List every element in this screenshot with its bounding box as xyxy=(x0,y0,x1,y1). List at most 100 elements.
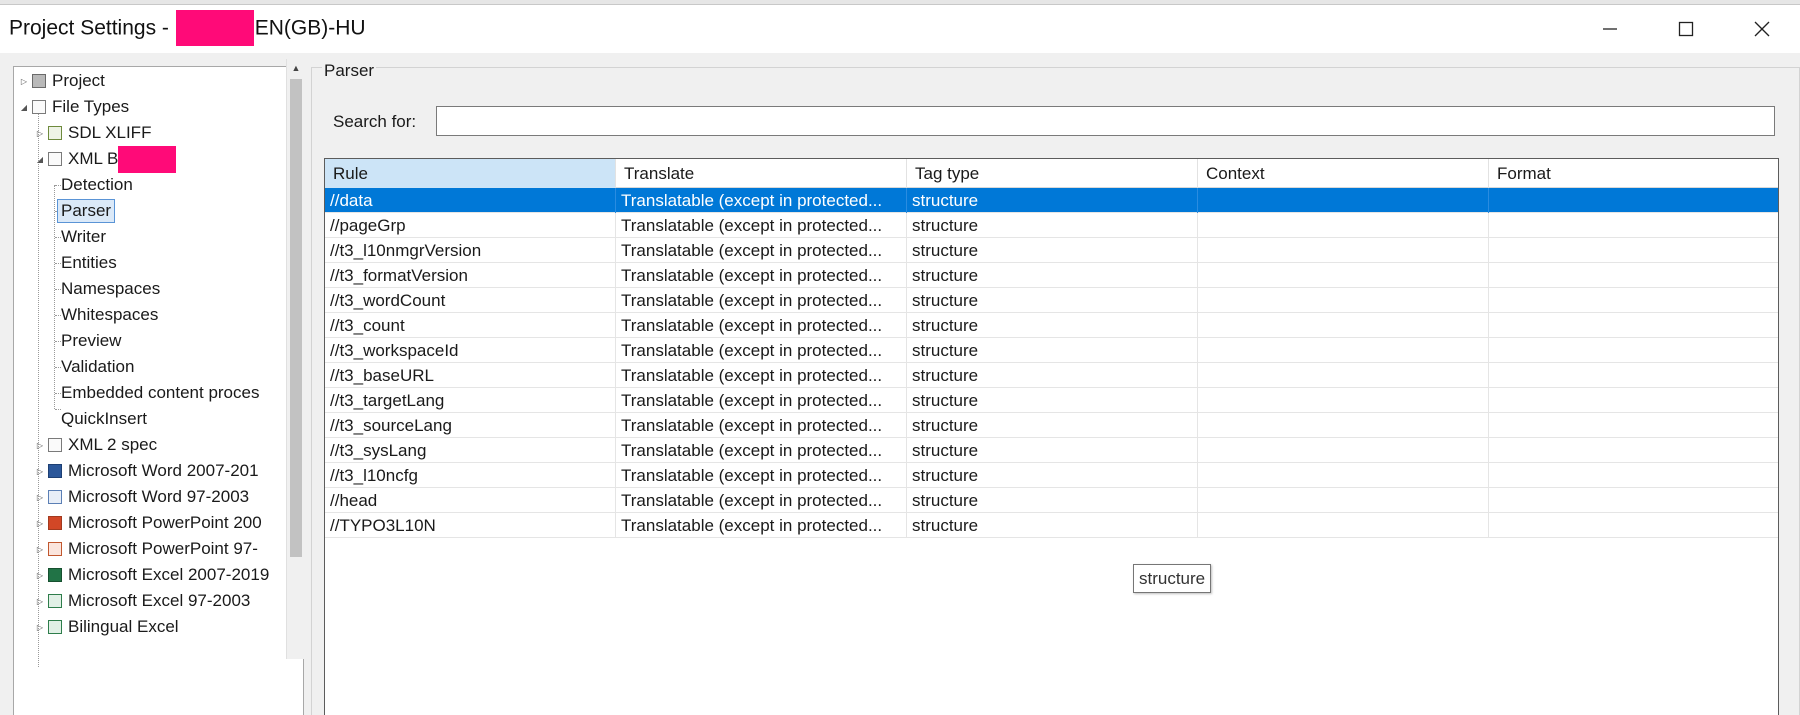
column-header-rule[interactable]: Rule xyxy=(325,159,616,188)
rules-table[interactable]: Rule Translate Tag type Context Format /… xyxy=(324,158,1779,715)
close-button[interactable] xyxy=(1724,5,1800,53)
tree-item-excel-97[interactable]: ▷ Microsoft Excel 97-2003 xyxy=(34,587,250,615)
tree-scrollbar[interactable]: ▲ xyxy=(286,59,305,659)
minimize-button[interactable] xyxy=(1572,5,1648,53)
table-row[interactable]: //head Translatable (except in protected… xyxy=(325,488,1778,513)
tree-item-label: QuickInsert xyxy=(61,409,147,428)
tree-item-namespaces[interactable]: Namespaces xyxy=(61,275,160,303)
expand-arrow-icon[interactable]: ▷ xyxy=(34,545,46,554)
cell-context xyxy=(1198,438,1489,463)
table-header: Rule Translate Tag type Context Format xyxy=(325,159,1778,188)
table-row[interactable]: //t3_wordCount Translatable (except in p… xyxy=(325,288,1778,313)
tree-item-file-types[interactable]: ◢ File Types xyxy=(18,93,129,121)
cell-format xyxy=(1489,488,1778,513)
column-header-context[interactable]: Context xyxy=(1198,159,1489,188)
settings-tree[interactable]: ▷ Project ◢ File Types ▷ SDL XLIFF ◢ XML… xyxy=(13,66,304,715)
tree-item-label: Preview xyxy=(61,331,122,350)
tree-item-label: Embedded content proces xyxy=(61,383,260,402)
table-row[interactable]: //t3_l10nmgrVersion Translatable (except… xyxy=(325,238,1778,263)
cell-rule: //t3_sysLang xyxy=(325,438,616,463)
expand-arrow-icon[interactable]: ▷ xyxy=(34,493,46,502)
tree-item-label: Project xyxy=(52,71,105,90)
cell-tag-type: structure xyxy=(907,513,1198,538)
collapse-arrow-icon[interactable]: ◢ xyxy=(18,103,30,112)
cell-format xyxy=(1489,288,1778,313)
cell-tag-type: structure xyxy=(907,188,1198,213)
xml-file-icon xyxy=(48,438,62,452)
cell-context xyxy=(1198,413,1489,438)
expand-arrow-icon[interactable]: ▷ xyxy=(34,467,46,476)
cell-format xyxy=(1489,388,1778,413)
expand-arrow-icon[interactable]: ▷ xyxy=(34,571,46,580)
parser-group-title: Parser xyxy=(322,61,377,81)
table-row[interactable]: //t3_formatVersion Translatable (except … xyxy=(325,263,1778,288)
table-row[interactable]: //t3_baseURL Translatable (except in pro… xyxy=(325,363,1778,388)
cell-rule: //t3_wordCount xyxy=(325,288,616,313)
cell-rule: //TYPO3L10N xyxy=(325,513,616,538)
tree-item-whitespaces[interactable]: Whitespaces xyxy=(61,301,158,329)
table-row[interactable]: //t3_targetLang Translatable (except in … xyxy=(325,388,1778,413)
table-row[interactable]: //pageGrp Translatable (except in protec… xyxy=(325,213,1778,238)
file-types-icon xyxy=(32,100,46,114)
cell-context xyxy=(1198,463,1489,488)
expand-arrow-icon[interactable]: ▷ xyxy=(34,597,46,606)
table-row[interactable]: //TYPO3L10N Translatable (except in prot… xyxy=(325,513,1778,538)
tree-item-word-97[interactable]: ▷ Microsoft Word 97-2003 xyxy=(34,483,249,511)
column-header-translate[interactable]: Translate xyxy=(616,159,907,188)
column-header-format[interactable]: Format xyxy=(1489,159,1778,188)
tree-item-label: Detection xyxy=(61,175,133,194)
tree-item-xml-b[interactable]: ◢ XML B xyxy=(34,145,177,173)
tree-item-powerpoint-2007[interactable]: ▷ Microsoft PowerPoint 200 xyxy=(34,509,262,537)
tree-item-xml-2-spec[interactable]: ▷ XML 2 spec xyxy=(34,431,157,459)
maximize-button[interactable] xyxy=(1648,5,1724,53)
tree-item-validation[interactable]: Validation xyxy=(61,353,134,381)
tree-item-embedded-content[interactable]: Embedded content proces xyxy=(61,379,259,407)
tree-item-detection[interactable]: Detection xyxy=(61,171,133,199)
powerpoint-legacy-icon xyxy=(48,542,62,556)
window-title-suffix: EN(GB)-HU xyxy=(254,16,366,40)
tree-item-preview[interactable]: Preview xyxy=(61,327,121,355)
expand-arrow-icon[interactable]: ▷ xyxy=(34,129,46,138)
tree-item-powerpoint-97[interactable]: ▷ Microsoft PowerPoint 97- xyxy=(34,535,258,563)
cell-translate: Translatable (except in protected... xyxy=(616,213,907,238)
collapse-arrow-icon[interactable]: ◢ xyxy=(34,155,46,164)
table-row[interactable]: //t3_workspaceId Translatable (except in… xyxy=(325,338,1778,363)
table-row[interactable]: //t3_sysLang Translatable (except in pro… xyxy=(325,438,1778,463)
tree-item-label: Microsoft PowerPoint 200 xyxy=(68,513,262,532)
table-row[interactable]: //t3_sourceLang Translatable (except in … xyxy=(325,413,1778,438)
tree-item-entities[interactable]: Entities xyxy=(61,249,117,277)
scroll-up-icon[interactable]: ▲ xyxy=(287,59,305,77)
tree-item-project[interactable]: ▷ Project xyxy=(18,67,105,95)
table-row[interactable]: //t3_count Translatable (except in prote… xyxy=(325,313,1778,338)
tree-guide-line xyxy=(54,185,55,409)
column-header-tag-type[interactable]: Tag type xyxy=(907,159,1198,188)
tree-item-quickinsert[interactable]: QuickInsert xyxy=(61,405,147,433)
cell-tag-type: structure xyxy=(907,413,1198,438)
close-icon xyxy=(1754,21,1770,37)
tree-item-excel-2007[interactable]: ▷ Microsoft Excel 2007-2019 xyxy=(34,561,269,589)
cell-tag-type: structure xyxy=(907,363,1198,388)
expand-arrow-icon[interactable]: ▷ xyxy=(34,519,46,528)
expand-arrow-icon[interactable]: ▷ xyxy=(34,441,46,450)
table-row[interactable]: //data Translatable (except in protected… xyxy=(325,188,1778,213)
tree-item-label: Microsoft Word 2007-201 xyxy=(68,461,259,480)
tree-item-sdl-xliff[interactable]: ▷ SDL XLIFF xyxy=(34,119,152,147)
scrollbar-thumb[interactable] xyxy=(290,79,302,557)
tree-item-writer[interactable]: Writer xyxy=(61,223,106,251)
tree-item-bilingual-excel[interactable]: ▷ Bilingual Excel xyxy=(34,613,179,641)
cell-format xyxy=(1489,513,1778,538)
tree-item-parser[interactable]: Parser xyxy=(57,197,116,225)
table-row[interactable]: //t3_l10ncfg Translatable (except in pro… xyxy=(325,463,1778,488)
cell-format xyxy=(1489,213,1778,238)
cell-rule: //data xyxy=(325,188,616,213)
search-input[interactable] xyxy=(436,106,1775,136)
cell-translate: Translatable (except in protected... xyxy=(616,313,907,338)
tree-item-word-2007[interactable]: ▷ Microsoft Word 2007-201 xyxy=(34,457,259,485)
word-icon xyxy=(48,464,62,478)
expand-arrow-icon[interactable]: ▷ xyxy=(34,623,46,632)
cell-tag-type: structure xyxy=(907,238,1198,263)
cell-translate: Translatable (except in protected... xyxy=(616,463,907,488)
cell-tag-type: structure xyxy=(907,338,1198,363)
expand-arrow-icon[interactable]: ▷ xyxy=(18,77,30,86)
cell-translate: Translatable (except in protected... xyxy=(616,488,907,513)
